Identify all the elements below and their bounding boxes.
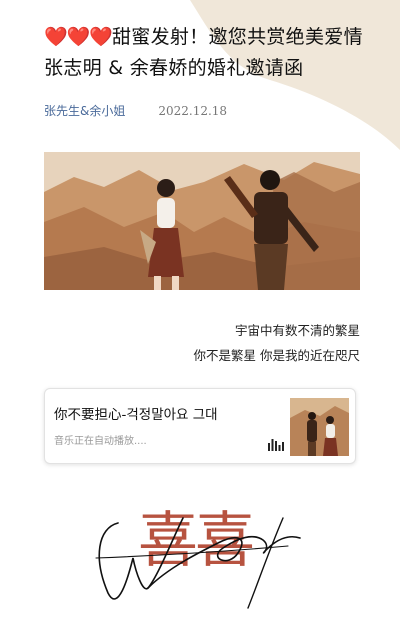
poem: 宇宙中有数不清的繁星 你不是繁星 你是我的近在咫尺: [194, 318, 360, 368]
article-title: ❤️❤️❤️甜蜜发射！邀您共赏绝美爱情 张志明 & 余春娇的婚礼邀请函: [44, 22, 374, 84]
author-link[interactable]: 张先生&余小姐: [44, 102, 125, 119]
album-cover[interactable]: [290, 398, 349, 456]
equalizer-icon[interactable]: [268, 437, 284, 451]
couple-photo: [44, 152, 360, 290]
publish-date: 2022.12.18: [158, 104, 228, 118]
title-line-1: 甜蜜发射！邀您共赏绝美爱情: [111, 26, 363, 48]
music-player-card[interactable]: 你不要担心-걱정말아요 그대 音乐正在自动播放....: [44, 388, 356, 464]
article-meta: 张先生&余小姐 2022.12.18: [44, 102, 227, 119]
wedding-script-icon: [95, 517, 301, 609]
wedding-logo: 喜喜: [88, 498, 318, 618]
playback-status: 音乐正在自动播放....: [54, 436, 147, 447]
song-title: 你不要担心-걱정말아요 그대: [54, 407, 218, 423]
poem-line-1: 宇宙中有数不清的繁星: [234, 323, 360, 338]
title-line-2: 张志明 & 余春娇的婚礼邀请函: [44, 57, 304, 79]
hearts-icon: ❤️❤️❤️: [44, 26, 113, 48]
poem-line-2: 你不是繁星 你是我的近在咫尺: [193, 348, 360, 363]
